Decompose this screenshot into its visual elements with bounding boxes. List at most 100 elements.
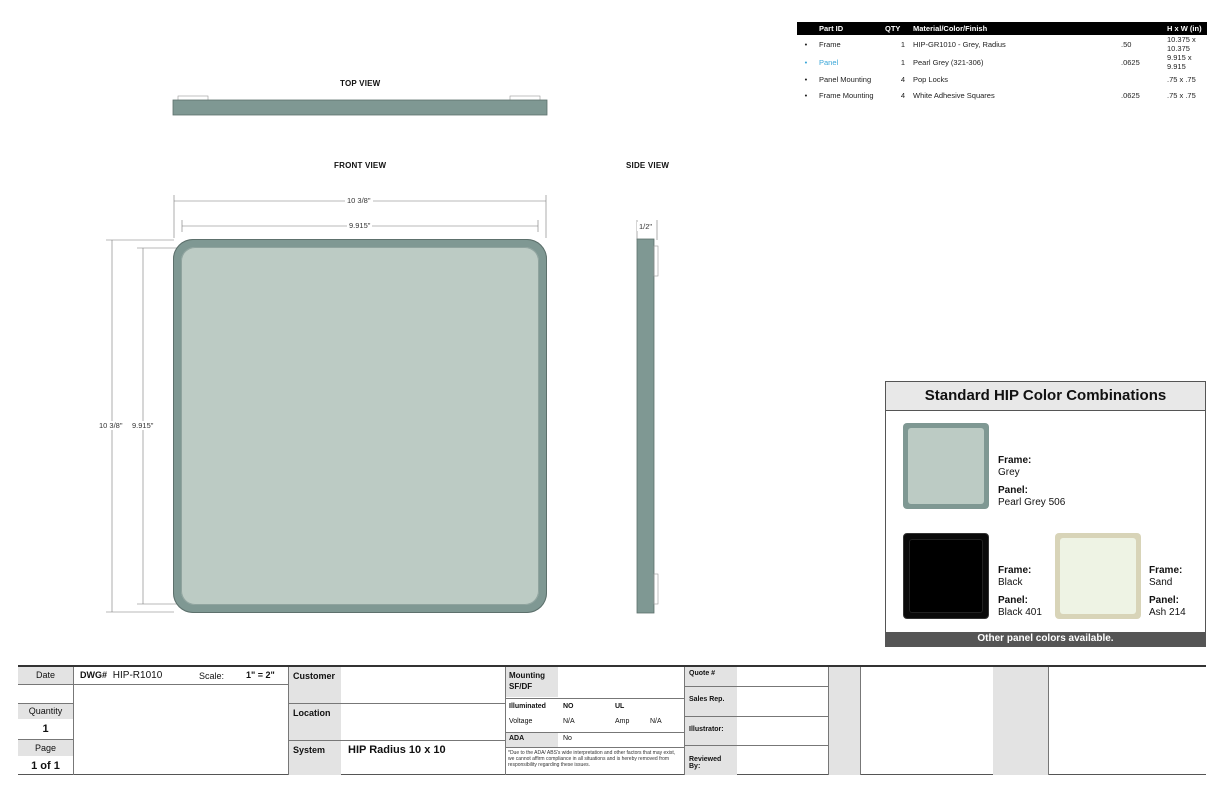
color-combinations-panel: Standard HIP Color Combinations Frame: G…: [885, 381, 1206, 647]
mounting-label: Mounting: [509, 671, 545, 680]
title-block: Date Quantity 1 Page 1 of 1 DWG# HIP-R10…: [18, 665, 1206, 775]
date-label-cell: Date: [18, 667, 73, 684]
sand-swatch: [1055, 533, 1141, 619]
system-value: HIP Radius 10 x 10: [348, 744, 446, 756]
ada-value: No: [563, 735, 572, 742]
location-label: Location: [293, 708, 331, 718]
side-view-drawing: [636, 238, 659, 614]
parts-table-header: Part ID QTY Material/Color/Finish H x W …: [797, 22, 1207, 35]
system-label-cell: System: [289, 741, 341, 775]
parts-table-row: • Frame Mounting 4 White Adhesive Square…: [797, 87, 1207, 103]
customer-label-cell: Customer: [289, 667, 341, 703]
header-part-id: Part ID: [815, 22, 881, 35]
frame-value: Black: [998, 577, 1023, 588]
panel-label: Panel:: [998, 595, 1029, 606]
black-swatch-caption: Frame: Black Panel: Black 401: [998, 565, 1042, 619]
panel-value: Pearl Grey 506: [998, 497, 1066, 508]
material-cell: Pearl Grey (321-306): [913, 57, 984, 67]
dwg-value: HIP-R1010: [112, 670, 163, 681]
amp-label: Amp: [615, 718, 630, 725]
amp-value: N/A: [650, 718, 662, 725]
quantity-value-cell: 1: [18, 720, 73, 738]
voltage-label: Voltage: [509, 718, 533, 725]
inner-height-dimension: 9.915": [130, 421, 156, 430]
sales-label: Sales Rep.: [689, 696, 725, 703]
quantity-label: Quantity: [28, 706, 63, 716]
mounting-sub: SF/DF: [509, 682, 533, 691]
date-label: Date: [35, 670, 55, 680]
scale-label: Scale:: [199, 671, 225, 681]
top-view-label: TOP VIEW: [340, 79, 381, 88]
quantity-label-cell: Quantity: [18, 703, 73, 719]
qty-cell: 1: [900, 57, 905, 67]
part-id-cell: Panel Mounting: [819, 74, 872, 84]
sand-swatch-panel: [1060, 538, 1136, 614]
reviewed-label: Reviewed By:: [689, 756, 722, 770]
signature-box-1[interactable]: [861, 667, 992, 775]
signature-gray-1: [829, 667, 860, 775]
panel-label: Panel:: [1149, 595, 1180, 606]
outer-height-dimension: 10 3/8": [97, 421, 125, 430]
illustrator-label-cell: Illustrator:: [685, 717, 737, 745]
dwg-label: DWG#: [80, 670, 107, 680]
quantity-value: 1: [42, 723, 49, 735]
page-label: Page: [34, 743, 57, 753]
frame-label: Frame:: [998, 455, 1032, 466]
page-label-cell: Page: [18, 740, 73, 756]
header-qty: QTY: [881, 22, 909, 35]
scale-value: 1" = 2": [246, 670, 275, 680]
sales-label-cell: Sales Rep.: [685, 687, 737, 716]
thickness-cell: .0625: [1121, 57, 1140, 67]
header-thickness: [1117, 22, 1163, 35]
ada-label: ADA: [509, 735, 525, 742]
size-cell: .75 x .75: [1167, 74, 1196, 84]
header-material: Material/Color/Finish: [909, 22, 1117, 35]
quote-label: Quote #: [689, 670, 716, 677]
thickness-cell: [1117, 71, 1163, 87]
illuminated-label: Illuminated: [509, 703, 546, 710]
frame-label: Frame:: [1149, 565, 1183, 576]
color-combinations-title: Standard HIP Color Combinations: [886, 382, 1205, 411]
size-cell: 10.375 x 10.375: [1167, 35, 1196, 53]
grey-swatch-caption: Frame: Grey Panel: Pearl Grey 506: [998, 455, 1065, 509]
thickness-cell: .50: [1121, 39, 1132, 49]
signature-gray-2: [993, 667, 1048, 775]
depth-dimension: 1/2": [637, 222, 655, 231]
side-view-label: SIDE VIEW: [626, 161, 670, 170]
parts-table-row: • Panel 1 Pearl Grey (321-306) .0625 9.9…: [797, 53, 1207, 71]
thickness-cell: .0625: [1121, 90, 1140, 100]
signature-box-2[interactable]: [1049, 667, 1206, 775]
qty-cell: 4: [900, 90, 905, 100]
material-cell: Pop Locks: [913, 74, 949, 84]
bullet-icon: •: [804, 57, 808, 67]
part-id-cell: Frame Mounting: [819, 90, 874, 100]
part-id-cell: Frame: [819, 39, 841, 49]
qty-cell: 1: [900, 39, 905, 49]
size-cell: .75 x .75: [1167, 90, 1196, 100]
system-label: System: [293, 745, 326, 755]
header-size: H x W (in): [1163, 22, 1207, 35]
reviewed-label-cell: Reviewed By:: [685, 746, 737, 775]
frame-label: Frame:: [998, 565, 1032, 576]
inner-width-dimension: 9.915": [347, 221, 373, 230]
mounting-label-cell: Mounting SF/DF: [506, 667, 558, 697]
parts-table-row: • Frame 1 HIP-GR1010 - Grey, Radius .50 …: [797, 35, 1207, 53]
bullet-icon: •: [804, 90, 808, 100]
top-view-drawing: [172, 95, 548, 116]
qty-cell: 4: [900, 74, 905, 84]
ada-disclaimer: *Due to the ADA/ ABS's wide interpretati…: [508, 750, 676, 768]
part-id-cell: Panel: [819, 57, 839, 67]
ada-label-cell: ADA: [506, 733, 558, 747]
panel-label: Panel:: [998, 485, 1029, 496]
dwg-number: DWG# HIP-R1010: [80, 670, 190, 681]
black-swatch: [903, 533, 989, 619]
location-label-cell: Location: [289, 704, 341, 740]
outer-width-dimension: 10 3/8": [345, 196, 373, 205]
sign-frame: [173, 239, 547, 613]
parts-table-row: • Panel Mounting 4 Pop Locks .75 x .75: [797, 71, 1207, 87]
bullet-icon: •: [804, 74, 808, 84]
customer-label: Customer: [293, 671, 336, 681]
black-swatch-panel: [909, 539, 983, 613]
parts-table: Part ID QTY Material/Color/Finish H x W …: [797, 22, 1207, 103]
illustrator-label: Illustrator:: [689, 726, 724, 733]
